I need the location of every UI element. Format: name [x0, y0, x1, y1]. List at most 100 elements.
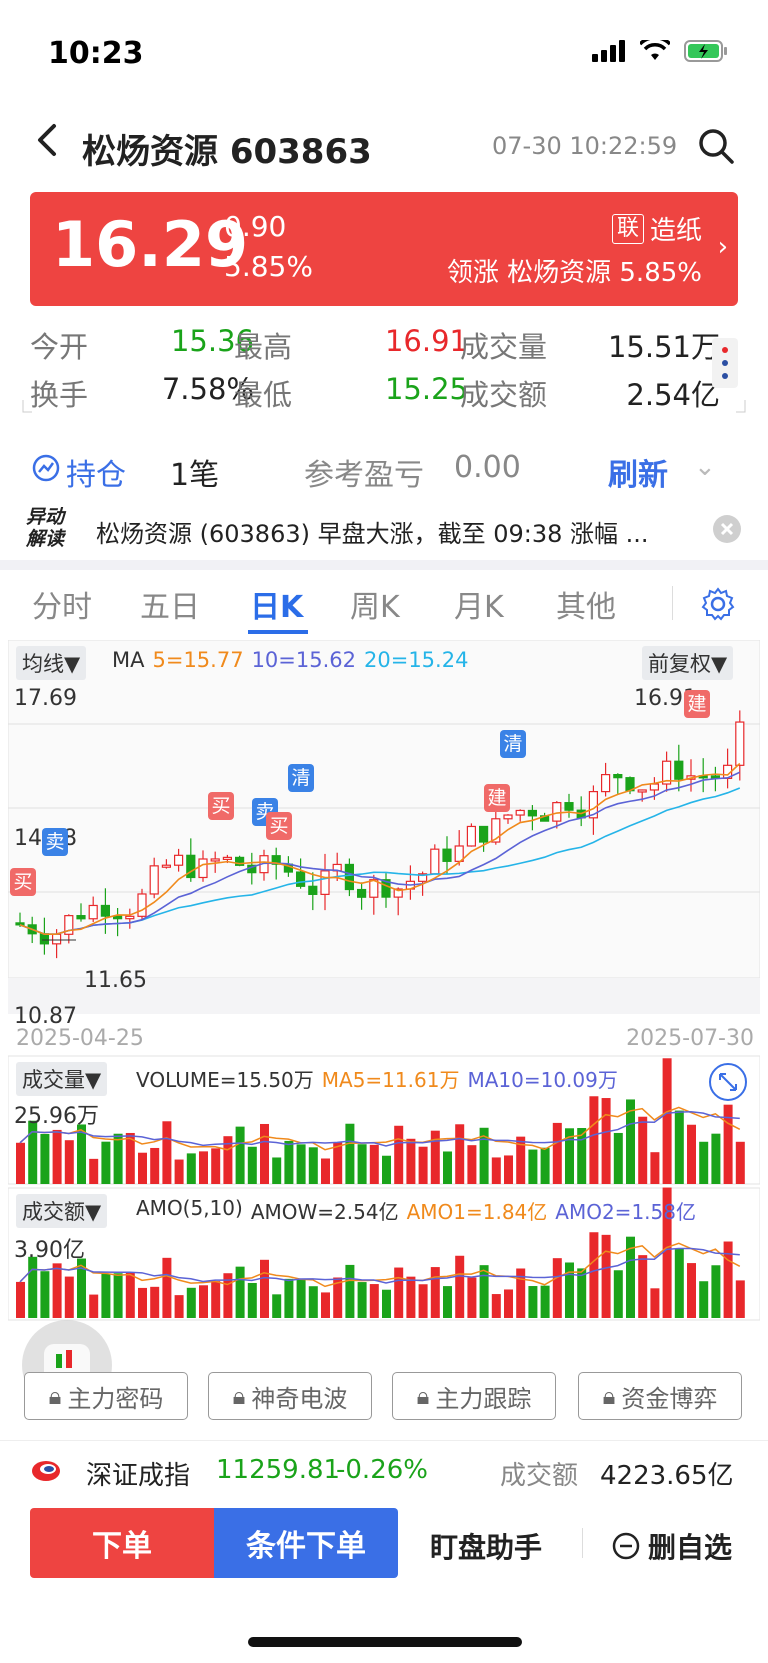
volume-value: VOLUME=15.50万 — [136, 1068, 314, 1092]
volume-bar — [321, 1158, 330, 1184]
volume-bar — [601, 1098, 611, 1184]
order-button[interactable]: 下单 — [30, 1508, 214, 1578]
feature-main-force-code[interactable]: 🔒︎ 主力密码 — [24, 1372, 188, 1420]
refresh-button[interactable]: 刷新 — [608, 450, 668, 494]
amount-bar — [443, 1286, 452, 1318]
trade-marker[interactable]: 买 — [266, 812, 292, 840]
volume-bar — [64, 1140, 74, 1184]
volume-bar — [211, 1148, 221, 1184]
amount-bar — [711, 1265, 721, 1318]
settings-gear-icon[interactable] — [700, 586, 736, 622]
stat-label: 成交量 — [460, 330, 548, 364]
candle-body — [357, 888, 367, 898]
kline-chart-area[interactable]: 均线▼ MA 5=15.77 10=15.62 20=15.24 前复权▼ 17… — [7, 639, 761, 1360]
amount-bar — [113, 1273, 123, 1318]
trade-marker[interactable]: 买 — [208, 792, 234, 820]
candle-body — [112, 915, 123, 920]
feature-capital-game[interactable]: 🔒︎ 资金博弈 — [578, 1372, 742, 1420]
feature-label: 资金博弈 — [621, 1384, 718, 1413]
chevron-right-icon[interactable]: › — [718, 232, 728, 262]
volume-legend: VOLUME=15.50万 MA5=11.61万 MA10=10.09万 — [136, 1064, 618, 1093]
amount-bar — [150, 1286, 160, 1318]
volume-bar — [382, 1155, 391, 1184]
amount-bar — [52, 1263, 62, 1318]
tab-weekly-k[interactable]: 周K — [350, 582, 400, 626]
stat-value: 15.51万 — [607, 330, 720, 364]
minus-circle-icon — [612, 1532, 640, 1560]
volume-bar — [455, 1124, 465, 1184]
chevron-down-icon[interactable]: ⌄ — [694, 452, 716, 482]
watch-assistant-button[interactable]: 盯盘助手 — [430, 1526, 542, 1566]
amount-bar — [687, 1263, 696, 1318]
volume-bar — [272, 1157, 282, 1184]
volume-ma10: MA10=10.09万 — [467, 1068, 618, 1092]
tab-other[interactable]: 其他 — [556, 582, 616, 626]
volume-bar — [138, 1152, 147, 1184]
trade-marker[interactable]: 卖 — [42, 828, 68, 856]
holding-label[interactable]: 持仓 — [66, 450, 126, 494]
exchange-logo-icon — [32, 1461, 60, 1481]
candle-body — [100, 904, 111, 917]
amount-max-label: 3.90亿 — [14, 1238, 85, 1263]
feature-label: 主力跟踪 — [435, 1384, 532, 1413]
more-stats-button[interactable] — [712, 338, 738, 388]
tab-intraday[interactable]: 分时 — [32, 582, 92, 626]
feature-main-force-track[interactable]: 🔒︎ 主力跟踪 — [392, 1372, 556, 1420]
pnl-value: 0.00 — [454, 450, 521, 485]
trade-marker[interactable]: 建 — [684, 690, 710, 718]
conditional-order-button[interactable]: 条件下单 — [214, 1508, 398, 1578]
amount-amow: AMOW=2.54亿 — [250, 1200, 399, 1224]
amount-bar — [162, 1257, 172, 1318]
index-name: 深证成指 — [86, 1461, 191, 1491]
low-price-label: 11.65 — [84, 968, 147, 993]
sector-name: 造纸 — [649, 216, 702, 246]
volume-bar — [296, 1144, 306, 1184]
back-icon[interactable] — [28, 120, 68, 160]
adjust-selector[interactable]: 前复权▼ — [642, 646, 734, 680]
amount-bar — [16, 1281, 25, 1318]
tab-monthly-k[interactable]: 月K — [454, 582, 504, 626]
last-price: 16.29 — [52, 208, 249, 281]
trade-marker[interactable]: 清 — [500, 730, 526, 758]
tab-five-day[interactable]: 五日 — [140, 582, 200, 626]
volume-selector[interactable]: 成交量▼ — [16, 1062, 108, 1096]
y-axis-label: 17.69 — [14, 686, 77, 711]
lock-icon: 🔒︎ — [602, 1382, 616, 1410]
close-icon[interactable] — [712, 514, 742, 544]
ma-selector[interactable]: 均线▼ — [16, 646, 87, 680]
expand-chart-icon[interactable] — [708, 1062, 748, 1102]
stat-label: 最高 — [234, 330, 293, 364]
volume-bar — [113, 1133, 123, 1184]
amount-bar — [28, 1256, 38, 1318]
lead-pct: 5.85% — [619, 258, 702, 288]
volume-bar — [247, 1146, 257, 1184]
news-text: 松炀资源 (603863) 早盘大涨，截至 09:38 涨幅 ... — [96, 520, 649, 548]
volume-bar — [687, 1124, 696, 1184]
amount-bar — [308, 1286, 318, 1318]
feature-magic-wave[interactable]: 🔒︎ 神奇电波 — [208, 1372, 372, 1420]
amount-selector[interactable]: 成交额▼ — [16, 1194, 108, 1228]
volume-bar — [504, 1155, 513, 1184]
trade-marker[interactable]: 买 — [10, 868, 36, 896]
amount-bar — [284, 1278, 294, 1318]
amount-bar — [735, 1280, 745, 1318]
search-icon[interactable] — [696, 126, 736, 166]
volume-bar — [186, 1153, 196, 1184]
remove-watchlist-button[interactable]: 删自选 — [612, 1526, 732, 1566]
sector-lead: 领涨 松炀资源 5.85% — [447, 252, 702, 289]
candle-body — [161, 864, 171, 868]
sector-link[interactable]: 联 造纸 — [611, 210, 702, 247]
signal-icon — [592, 40, 625, 62]
trade-marker[interactable]: 清 — [288, 764, 314, 792]
news-row[interactable]: 异动 解读 松炀资源 (603863) 早盘大涨，截至 09:38 涨幅 ... — [0, 500, 768, 560]
candle-body — [442, 848, 452, 862]
index-ticker-row[interactable]: 深证成指 11259.81 -0.26% 成交额 4223.65亿 — [0, 1440, 768, 1501]
trade-marker[interactable]: 建 — [484, 784, 510, 812]
price-change: 0.90 — [224, 210, 287, 243]
volume-bar — [199, 1151, 208, 1184]
candle-body — [51, 933, 62, 945]
candle-body — [76, 915, 86, 920]
volume-bar — [467, 1145, 477, 1184]
tab-daily-k[interactable]: 日K — [250, 582, 303, 626]
amount-bar — [406, 1276, 416, 1318]
